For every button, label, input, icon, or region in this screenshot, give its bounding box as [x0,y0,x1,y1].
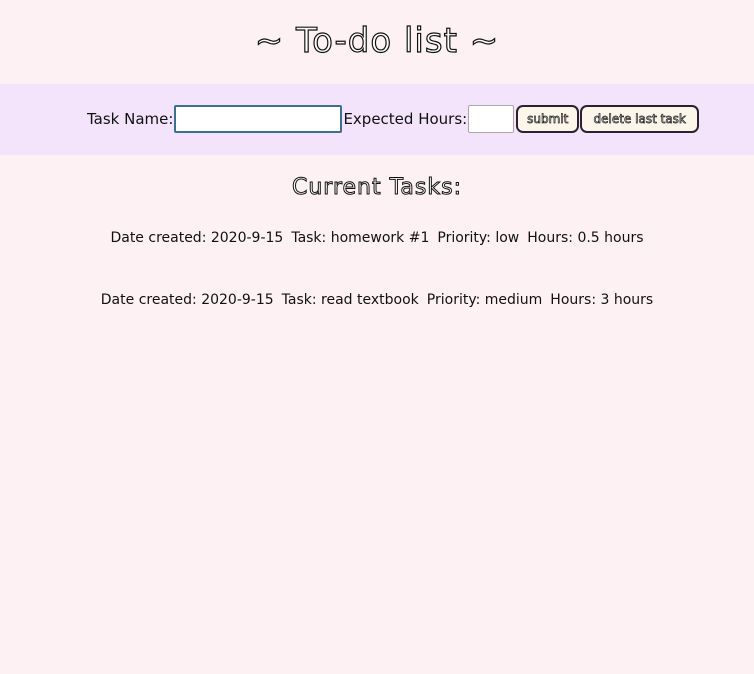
task-hours: Hours: 3 hours [550,292,654,308]
task-item: Date created: 2020-9-15 Task: homework #1… [0,228,754,248]
task-name-label: Task Name: [87,110,174,128]
task-form-bar: Task Name: Expected Hours: submit delete… [0,84,754,155]
task-form: Task Name: Expected Hours: submit delete… [87,104,700,134]
expected-hours-input[interactable] [468,105,515,133]
task-name: Task: read textbook [281,292,419,308]
delete-last-task-button[interactable]: delete last task [580,105,700,133]
task-item: Date created: 2020-9-15 Task: read textbo… [0,290,754,310]
page-title: ~ To-do list ~ [254,20,500,61]
current-tasks-heading: Current Tasks: [292,175,462,201]
task-name: Task: homework #1 [291,230,430,246]
task-name-input[interactable] [174,105,343,133]
submit-button[interactable]: submit [516,105,580,133]
task-hours: Hours: 0.5 hours [527,230,644,246]
expected-hours-label: Expected Hours: [343,110,468,128]
task-date: Date created: 2020-9-15 [110,230,284,246]
task-priority: Priority: medium [426,292,543,308]
task-date: Date created: 2020-9-15 [100,292,274,308]
task-priority: Priority: low [437,230,520,246]
